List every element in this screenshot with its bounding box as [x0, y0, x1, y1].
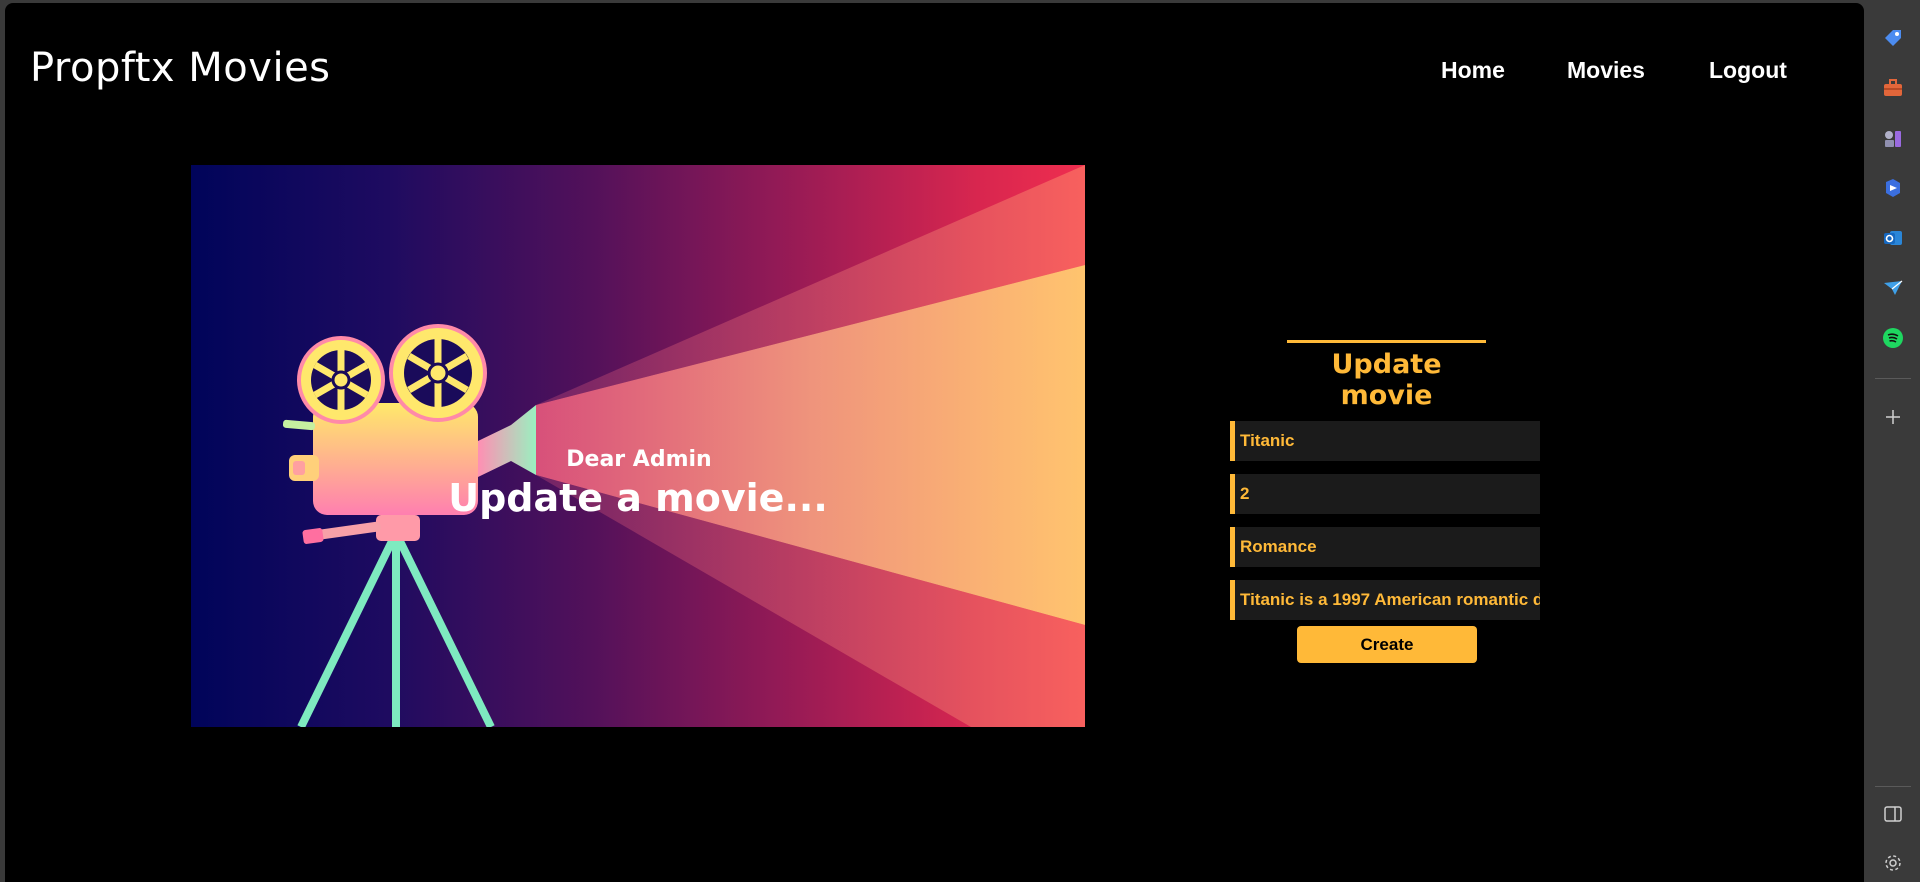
chess-icon[interactable] — [1881, 126, 1905, 150]
browser-sidebar — [1866, 0, 1920, 882]
main-nav: Home Movies Logout — [5, 57, 1864, 87]
movie-description-input[interactable] — [1230, 580, 1540, 620]
outlook-icon[interactable] — [1881, 226, 1905, 250]
projector-illustration — [282, 165, 1085, 727]
hero-subtitle: Dear Admin — [566, 447, 712, 472]
film-reel-right — [389, 324, 487, 422]
sidebar-divider-bottom — [1875, 786, 1911, 787]
tripod — [297, 531, 495, 727]
panel-icon[interactable] — [1881, 802, 1905, 826]
sidebar-divider — [1875, 378, 1911, 379]
add-icon[interactable] — [1881, 405, 1905, 429]
hero-banner: Dear Admin Update a movie... — [191, 165, 1085, 727]
settings-icon[interactable] — [1881, 851, 1905, 875]
create-button[interactable]: Create — [1297, 626, 1477, 663]
send-icon[interactable] — [1881, 276, 1905, 300]
spotify-icon[interactable] — [1881, 326, 1905, 350]
page-viewport: Propftx Movies Home Movies Logout Dear A… — [5, 3, 1864, 882]
toolbox-icon[interactable] — [1881, 76, 1905, 100]
tag-icon[interactable] — [1881, 26, 1905, 50]
movie-name-input[interactable] — [1230, 421, 1540, 461]
nav-home-link[interactable]: Home — [1441, 57, 1505, 84]
nav-logout-link[interactable]: Logout — [1709, 57, 1787, 84]
movie-genre-input[interactable] — [1230, 527, 1540, 567]
nav-movies-link[interactable]: Movies — [1567, 57, 1645, 84]
update-movie-form: Update movie Create — [1230, 340, 1540, 663]
movie-number-input[interactable] — [1230, 474, 1540, 514]
hero-text: Dear Admin Update a movie... — [191, 447, 1085, 520]
form-title: Update movie — [1287, 340, 1486, 411]
copilot-icon[interactable] — [1881, 176, 1905, 200]
hero-title: Update a movie... — [448, 476, 828, 520]
film-reel-left — [297, 336, 385, 424]
